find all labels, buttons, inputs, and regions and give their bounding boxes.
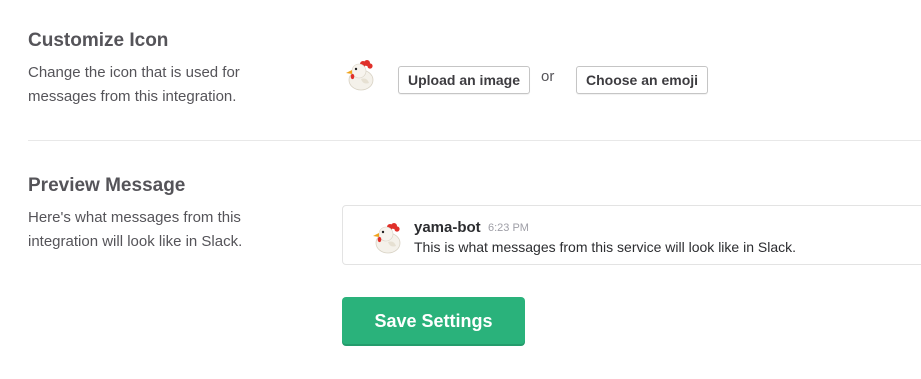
bot-avatar-chicken-icon: [373, 223, 401, 254]
preview-message-description: Here's what messages from this integrati…: [28, 209, 243, 250]
upload-image-button[interactable]: Upload an image: [398, 66, 531, 94]
message-timestamp: 6:23 PM: [488, 222, 529, 234]
save-settings-button[interactable]: Save Settings: [342, 297, 525, 346]
or-separator: or: [541, 68, 555, 85]
customize-icon-title: Customize Icon: [28, 30, 169, 51]
customize-icon-description: Change the icon that is used for message…: [28, 64, 240, 105]
chicken-icon: [346, 60, 374, 91]
bot-name: yama-bot: [414, 219, 481, 236]
preview-message-title: Preview Message: [28, 175, 186, 196]
integration-settings: Customize Icon Change the icon that is u…: [0, 0, 921, 379]
choose-emoji-button[interactable]: Choose an emoji: [576, 66, 709, 94]
message-text: This is what messages from this service …: [414, 239, 797, 255]
section-divider: [28, 140, 921, 141]
